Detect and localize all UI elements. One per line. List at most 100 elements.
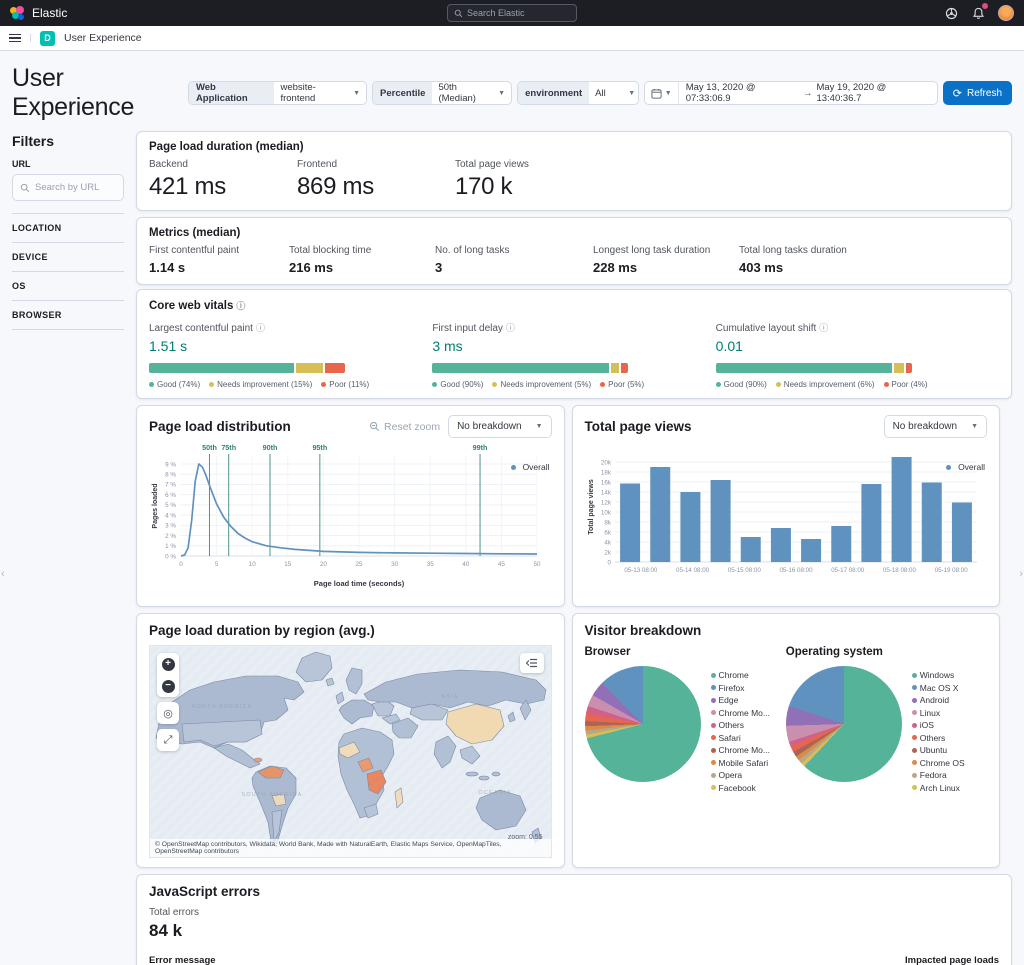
legend-item-windows[interactable]: Windows (911, 670, 965, 680)
legend-item-chrome-os[interactable]: Chrome OS (911, 758, 965, 768)
vital-bar (149, 363, 345, 373)
page-load-distribution-chart[interactable]: 0 % 1 % 2 % 3 % 4 % 5 % 6 % 7 % 8 % 9 % 0 5 10 15 20 25… (149, 440, 552, 597)
svg-text:5 %: 5 % (165, 502, 176, 509)
environment-filter[interactable]: environment All ▼ (517, 81, 639, 105)
map-layers-toggle[interactable] (519, 653, 544, 673)
svg-text:99th: 99th (473, 443, 488, 452)
notification-dot (982, 3, 988, 9)
scroll-right-chevron[interactable]: › (1019, 568, 1023, 580)
filter-section-os[interactable]: OS (12, 271, 124, 300)
svg-text:14k: 14k (600, 489, 611, 496)
info-icon[interactable]: ⓘ (819, 323, 828, 333)
browser-pie-title: Browser (584, 646, 631, 658)
elastic-logo[interactable]: Elastic (10, 5, 68, 21)
svg-text:18k: 18k (600, 469, 611, 476)
legend-dot (510, 464, 516, 470)
browser-pie-chart[interactable] (584, 666, 701, 782)
os-pie-chart[interactable] (785, 666, 902, 782)
legend-item-edge[interactable]: Edge (710, 695, 771, 705)
legend-item-firefox[interactable]: Firefox (710, 683, 771, 693)
svg-text:05-19 08:00: 05-19 08:00 (934, 567, 968, 574)
views-breakdown-select[interactable]: No breakdown ▼ (883, 415, 987, 438)
legend-item-chrome[interactable]: Chrome (710, 670, 771, 680)
legend-item-mobile-safari[interactable]: Mobile Safari (710, 758, 771, 768)
svg-text:50th: 50th (202, 443, 217, 452)
legend-item-facebook[interactable]: Facebook (710, 783, 771, 793)
legend-item-chrome-mo-[interactable]: Chrome Mo... (710, 745, 770, 755)
alerts-bell-icon[interactable] (971, 3, 988, 20)
filter-section-location[interactable]: LOCATION (12, 213, 124, 242)
date-range-start[interactable]: May 13, 2020 @ 07:33:06.9 (686, 82, 799, 104)
svg-text:90th: 90th (263, 443, 278, 452)
filters-sidebar: Filters URL Search by URL LOCATION DEVICE… (0, 131, 136, 330)
vital-largest-contentful-paint: Largest contentful paint ⓘ 1.51 s Good (74%… (149, 321, 432, 389)
chevron-down-icon: ▼ (353, 89, 361, 97)
brand-name: Elastic (32, 6, 68, 20)
stat-no-of-long-tasks: No. of long tasks 3 (435, 245, 510, 275)
percentile-filter[interactable]: Percentile 50th (Median) ▼ (372, 81, 513, 105)
legend-item-linux[interactable]: Linux (911, 708, 965, 718)
legend-item-android[interactable]: Android (911, 695, 965, 705)
app-badge[interactable]: D (40, 30, 55, 46)
legend-item-safari[interactable]: Safari (710, 733, 771, 743)
column-header-error-message[interactable]: Error message (149, 951, 891, 965)
legend-item-arch-linux[interactable]: Arch Linux (911, 783, 965, 793)
panel-title: Core web vitals ⓘ (149, 300, 246, 312)
vital-cumulative-layout-shift: Cumulative layout shift ⓘ 0.01 Good (90%) Ne… (715, 321, 999, 389)
visitor-breakdown-panel: Visitor breakdown Browser Chrome Firefox E… (571, 613, 1000, 868)
map-zoom-out-button[interactable]: − (157, 675, 179, 697)
chevron-down-icon: ▼ (971, 423, 978, 430)
user-avatar[interactable] (998, 5, 1014, 21)
date-range-end[interactable]: May 19, 2020 @ 13:40:36.7 (816, 82, 929, 104)
scroll-left-chevron[interactable]: ‹ (1, 568, 5, 580)
svg-text:05-13 08:00: 05-13 08:00 (624, 567, 658, 574)
legend-item-fedora[interactable]: Fedora (911, 770, 965, 780)
legend-item-ios[interactable]: iOS (911, 720, 965, 730)
legend-item-others[interactable]: Others (710, 720, 771, 730)
map-locate-button[interactable]: ◎ (157, 702, 179, 724)
legend-item-mac-os-x[interactable]: Mac OS X (911, 683, 965, 693)
map-zoom-in-button[interactable]: + (157, 653, 179, 675)
javascript-errors-panel: JavaScript errors Total errors 84 k Erro… (136, 874, 1012, 965)
reset-zoom-button[interactable]: Reset zoom (369, 421, 440, 433)
map-fullscreen-button[interactable]: ⤢ (157, 729, 179, 751)
legend-item-ubuntu[interactable]: Ubuntu (911, 745, 965, 755)
map-attribution[interactable]: © OpenStreetMap contributors, Wikidata, … (150, 839, 551, 857)
menu-hamburger-icon[interactable] (9, 33, 31, 43)
stat-backend: Backend 421 ms (149, 159, 226, 200)
chart-legend[interactable]: Overall (510, 462, 550, 472)
svg-text:6k: 6k (604, 529, 612, 536)
column-header-impacted[interactable]: Impacted page loads (890, 951, 999, 965)
deployment-icon[interactable] (944, 6, 958, 20)
service-filter[interactable]: Web Application website-frontend ▼ (187, 81, 368, 105)
panel-title: Page load duration (median) (149, 141, 304, 153)
svg-text:05-14 08:00: 05-14 08:00 (676, 567, 710, 574)
url-search-input[interactable]: Search by URL (12, 174, 124, 201)
chevron-down-icon: ▼ (664, 89, 672, 97)
info-icon[interactable]: ⓘ (256, 323, 265, 333)
info-icon[interactable]: ⓘ (236, 301, 245, 311)
total-page-views-chart[interactable]: 0 2k 4k 6k 8k 10k 12k 14k 16k 18k 20k 05-13 08:00 05… (585, 440, 988, 597)
svg-text:2k: 2k (604, 549, 612, 556)
total-errors-label: Total errors (149, 907, 200, 918)
legend-item-others[interactable]: Others (911, 733, 965, 743)
info-icon[interactable]: ⓘ (506, 323, 515, 333)
calendar-button[interactable]: ▼ (645, 82, 679, 104)
legend-item-chrome-mo-[interactable]: Chrome Mo... (710, 708, 770, 718)
chart-legend[interactable]: Overall (946, 462, 985, 472)
stat-longest-long-task-duration: Longest long task duration 228 ms (593, 245, 711, 275)
legend-item-opera[interactable]: Opera (710, 770, 771, 780)
svg-text:5: 5 (215, 561, 219, 568)
date-range-picker[interactable]: ▼ May 13, 2020 @ 07:33:06.9 → May 19, 20… (643, 81, 938, 105)
region-map-panel: Page load duration by region (avg.) NORT… (136, 613, 565, 868)
global-search-input[interactable]: Search Elastic (447, 4, 577, 22)
refresh-button[interactable]: ⟳ Refresh (942, 81, 1012, 105)
vital-legend: Good (74%) Needs improvement (15%) Poor (1… (149, 380, 432, 389)
svg-text:05-17 08:00: 05-17 08:00 (831, 567, 865, 574)
distribution-breakdown-select[interactable]: No breakdown ▼ (448, 415, 552, 438)
breadcrumb[interactable]: User Experience (64, 32, 142, 44)
environment-filter-label: environment (518, 82, 590, 104)
world-map[interactable]: NORTH AMERICA SOUTH AMERICA ASIA OCEANIA… (149, 645, 552, 858)
filter-section-browser[interactable]: BROWSER (12, 300, 124, 330)
filter-section-device[interactable]: DEVICE (12, 242, 124, 271)
